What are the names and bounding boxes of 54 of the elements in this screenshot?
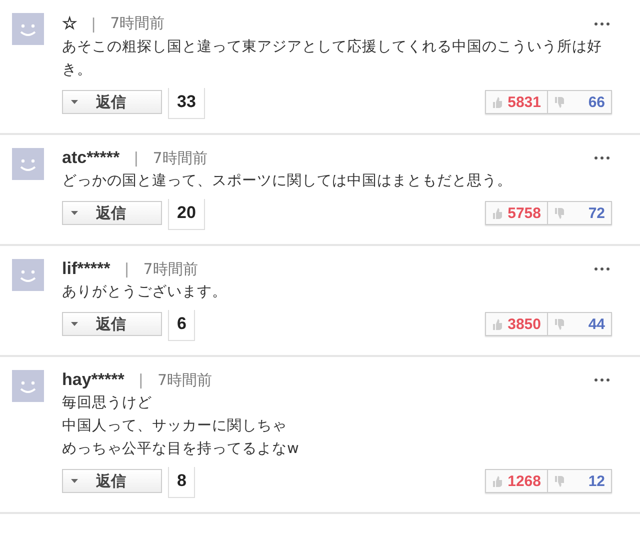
separator: | — [91, 14, 96, 32]
avatar-icon — [12, 259, 44, 291]
dislike-button[interactable]: 44 — [547, 313, 611, 335]
like-button[interactable]: 5831 — [486, 91, 547, 113]
caret-icon — [71, 211, 78, 215]
like-button[interactable]: 3850 — [486, 313, 547, 335]
reply-count: 6 — [168, 310, 196, 341]
dislike-button[interactable]: 66 — [547, 91, 611, 113]
comment-text: 中国人って、サッカーに関しちゃ — [62, 417, 288, 436]
avatar-icon — [12, 148, 44, 180]
avatar-icon — [12, 13, 44, 45]
reply-button[interactable]: 返信 — [62, 312, 162, 336]
reply-button[interactable]: 返信 — [62, 90, 162, 114]
reply-count: 20 — [168, 199, 205, 230]
comment-text: 毎回思うけど — [62, 394, 153, 413]
separator: | — [124, 260, 130, 278]
comment-text: あそこの粗探し国と違って東アジアとして応援してくれる中国のこういう所は好き。 — [62, 38, 603, 80]
author-name[interactable]: hay***** — [62, 370, 124, 390]
timestamp: 7時間前 — [110, 14, 165, 33]
like-button[interactable]: 5758 — [486, 202, 547, 224]
thumbs-down-icon — [554, 96, 564, 108]
more-icon[interactable] — [594, 378, 610, 382]
reply-count: 33 — [168, 88, 205, 119]
thumbs-down-icon — [554, 318, 564, 330]
dislike-button[interactable]: 72 — [547, 202, 611, 224]
more-icon[interactable] — [594, 267, 610, 271]
dislike-button[interactable]: 12 — [547, 470, 611, 492]
like-button[interactable]: 1268 — [486, 470, 547, 492]
thumbs-up-icon — [492, 208, 502, 218]
thumbs-down-icon — [554, 476, 564, 486]
caret-icon — [71, 479, 78, 483]
separator: | — [138, 371, 144, 389]
author-name[interactable]: lif***** — [62, 259, 110, 279]
caret-icon — [71, 100, 78, 104]
timestamp: 7時間前 — [157, 370, 212, 390]
reply-button[interactable]: 返信 — [62, 469, 162, 493]
thumbs-up-icon — [492, 476, 502, 486]
author-name[interactable]: atc***** — [62, 148, 120, 168]
thumbs-up-icon — [492, 318, 502, 330]
caret-icon — [71, 322, 78, 326]
more-icon[interactable] — [594, 156, 610, 160]
timestamp: 7時間前 — [143, 260, 198, 278]
more-icon[interactable] — [594, 22, 610, 26]
timestamp: 7時間前 — [152, 148, 208, 168]
thumbs-up-icon — [492, 96, 502, 108]
comment-text: どっかの国と違って、スポーツに関しては中国はまともだと思う。 — [62, 172, 513, 191]
comment-text: めっちゃ公平な目を持ってるよなw — [62, 440, 300, 459]
comment-text: ありがとうございます。 — [62, 283, 228, 302]
author-name[interactable]: ☆ — [62, 13, 77, 34]
reply-count: 8 — [168, 467, 196, 498]
avatar-icon — [12, 370, 44, 402]
separator: | — [134, 149, 139, 167]
thumbs-down-icon — [554, 208, 564, 218]
reply-button[interactable]: 返信 — [62, 201, 162, 225]
